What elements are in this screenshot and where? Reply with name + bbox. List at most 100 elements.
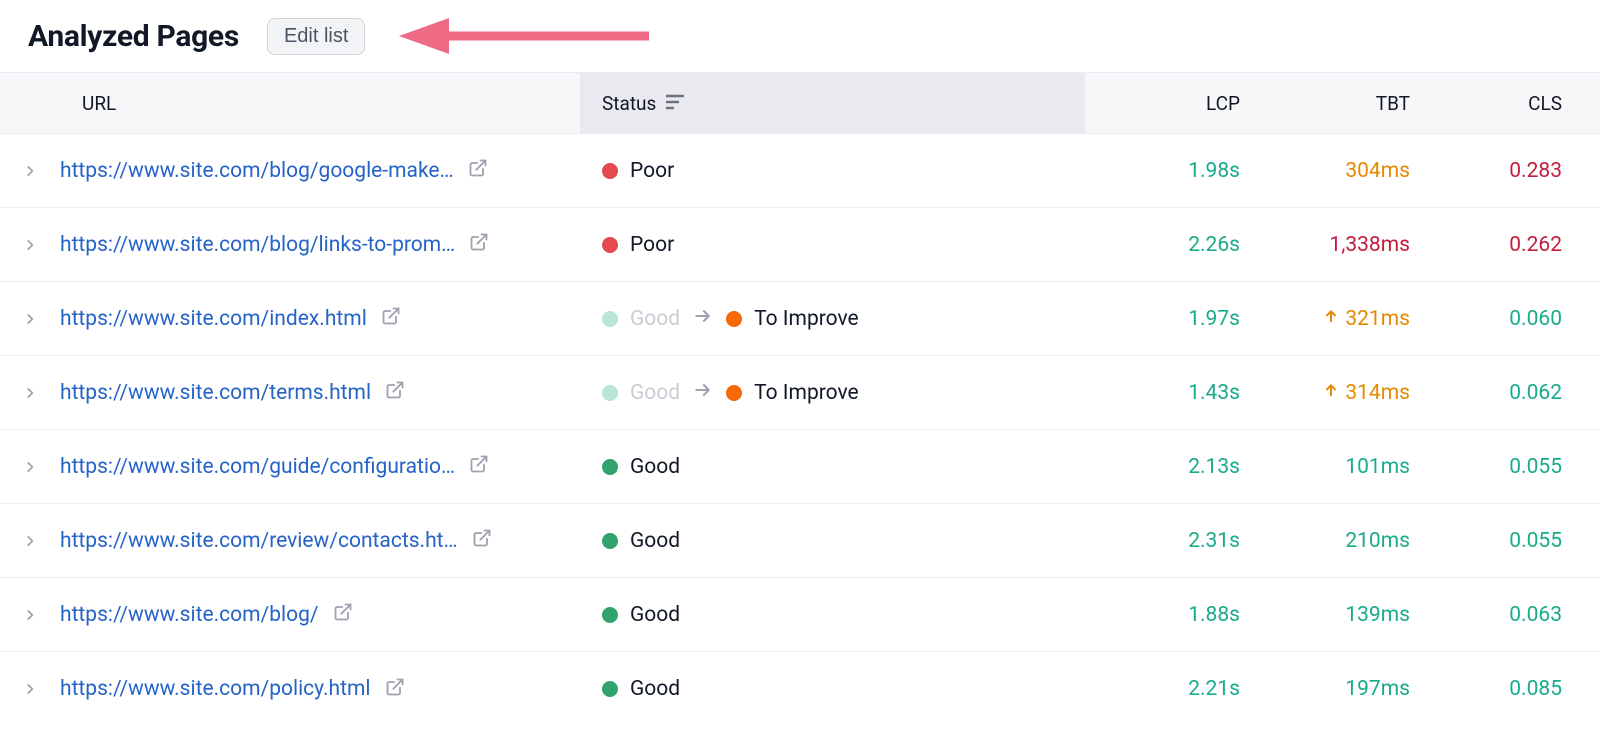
cls-cell: 0.283 bbox=[1426, 159, 1586, 183]
status-dot-icon bbox=[602, 459, 618, 475]
table-row: https://www.site.com/blog/google-make… Po… bbox=[0, 134, 1600, 208]
arrow-right-icon bbox=[692, 306, 714, 332]
status-dot-icon bbox=[602, 311, 618, 327]
lcp-cell: 1.43s bbox=[1090, 381, 1256, 405]
expand-row-button[interactable] bbox=[0, 386, 60, 400]
status-label-from: Good bbox=[630, 307, 680, 331]
tbt-value: 304ms bbox=[1345, 159, 1410, 183]
status-label: Good bbox=[630, 455, 680, 479]
page-url-link[interactable]: https://www.site.com/blog/links-to-prom… bbox=[60, 233, 455, 257]
cls-value: 0.262 bbox=[1509, 233, 1562, 257]
trend-up-icon bbox=[1323, 307, 1339, 331]
status-dot-icon bbox=[602, 163, 618, 179]
external-link-icon[interactable] bbox=[385, 677, 405, 702]
tbt-cell: 210ms bbox=[1256, 529, 1426, 553]
status-label-to: To Improve bbox=[754, 381, 859, 405]
tbt-cell: 101ms bbox=[1256, 455, 1426, 479]
tbt-cell: 139ms bbox=[1256, 603, 1426, 627]
page-title: Analyzed Pages bbox=[28, 19, 239, 54]
status-dot-icon bbox=[602, 237, 618, 253]
table-row: https://www.site.com/index.html Good To Im… bbox=[0, 282, 1600, 356]
page-url-link[interactable]: https://www.site.com/guide/configuratio… bbox=[60, 455, 455, 479]
expand-row-button[interactable] bbox=[0, 608, 60, 622]
status-cell: Good bbox=[580, 455, 1090, 479]
expand-row-button[interactable] bbox=[0, 238, 60, 252]
page-url-link[interactable]: https://www.site.com/policy.html bbox=[60, 677, 371, 701]
url-cell: https://www.site.com/blog/ bbox=[60, 602, 580, 627]
column-header-url[interactable]: URL bbox=[60, 92, 580, 115]
column-header-tbt[interactable]: TBT bbox=[1256, 92, 1426, 115]
lcp-value: 1.88s bbox=[1188, 603, 1240, 627]
cls-value: 0.062 bbox=[1509, 381, 1562, 405]
table-row: https://www.site.com/review/contacts.ht…… bbox=[0, 504, 1600, 578]
expand-row-button[interactable] bbox=[0, 534, 60, 548]
tbt-value: 197ms bbox=[1345, 677, 1410, 701]
status-cell: GoodTo Improve bbox=[580, 380, 1090, 406]
url-cell: https://www.site.com/review/contacts.ht… bbox=[60, 528, 580, 553]
status-cell: Poor bbox=[580, 233, 1090, 257]
cls-cell: 0.063 bbox=[1426, 603, 1586, 627]
status-cell: Poor bbox=[580, 159, 1090, 183]
tbt-cell: 304ms bbox=[1256, 159, 1426, 183]
lcp-cell: 2.31s bbox=[1090, 529, 1256, 553]
expand-row-button[interactable] bbox=[0, 460, 60, 474]
lcp-cell: 1.88s bbox=[1090, 603, 1256, 627]
page-url-link[interactable]: https://www.site.com/review/contacts.ht… bbox=[60, 529, 458, 553]
status-cell: Good bbox=[580, 603, 1090, 627]
status-label: Good bbox=[630, 677, 680, 701]
external-link-icon[interactable] bbox=[472, 528, 492, 553]
status-label-to: To Improve bbox=[754, 307, 859, 331]
tbt-value: 139ms bbox=[1345, 603, 1410, 627]
external-link-icon[interactable] bbox=[469, 454, 489, 479]
external-link-icon[interactable] bbox=[469, 232, 489, 257]
tbt-value: 321ms bbox=[1345, 307, 1410, 331]
table-row: https://www.site.com/blog/Good 1.88s 139ms… bbox=[0, 578, 1600, 652]
status-label: Good bbox=[630, 603, 680, 627]
status-label: Poor bbox=[630, 159, 674, 183]
status-dot-icon bbox=[602, 607, 618, 623]
expand-row-button[interactable] bbox=[0, 312, 60, 326]
status-label: Poor bbox=[630, 233, 674, 257]
lcp-value: 1.97s bbox=[1188, 307, 1240, 331]
lcp-value: 1.98s bbox=[1188, 159, 1240, 183]
url-cell: https://www.site.com/guide/configuratio… bbox=[60, 454, 580, 479]
expand-row-button[interactable] bbox=[0, 682, 60, 696]
column-header-lcp[interactable]: LCP bbox=[1090, 92, 1256, 115]
table-body: https://www.site.com/blog/google-make… Po… bbox=[0, 134, 1600, 726]
cls-cell: 0.055 bbox=[1426, 455, 1586, 479]
tbt-cell: 197ms bbox=[1256, 677, 1426, 701]
expand-row-button[interactable] bbox=[0, 164, 60, 178]
table-row: https://www.site.com/policy.htmlGood2.21… bbox=[0, 652, 1600, 726]
lcp-cell: 2.26s bbox=[1090, 233, 1256, 257]
tbt-value: 101ms bbox=[1345, 455, 1410, 479]
status-cell: Good bbox=[580, 529, 1090, 553]
page-url-link[interactable]: https://www.site.com/blog/google-make… bbox=[60, 159, 454, 183]
tbt-value: 210ms bbox=[1345, 529, 1410, 553]
url-cell: https://www.site.com/index.html bbox=[60, 306, 580, 331]
table-row: https://www.site.com/terms.html GoodTo Im… bbox=[0, 356, 1600, 430]
trend-up-icon bbox=[1323, 381, 1339, 405]
url-cell: https://www.site.com/blog/google-make… bbox=[60, 158, 580, 183]
external-link-icon[interactable] bbox=[385, 380, 405, 405]
status-dot-icon bbox=[726, 311, 742, 327]
column-header-status-label: Status bbox=[602, 92, 656, 115]
external-link-icon[interactable] bbox=[333, 602, 353, 627]
analyzed-pages-panel: Analyzed Pages Edit list URL Status LCP … bbox=[0, 0, 1600, 726]
external-link-icon[interactable] bbox=[468, 158, 488, 183]
column-header-cls[interactable]: CLS bbox=[1426, 92, 1586, 115]
url-cell: https://www.site.com/policy.html bbox=[60, 677, 580, 702]
page-url-link[interactable]: https://www.site.com/terms.html bbox=[60, 381, 371, 405]
status-dot-icon bbox=[602, 533, 618, 549]
table-header: URL Status LCP TBT CLS bbox=[0, 72, 1600, 134]
edit-list-button[interactable]: Edit list bbox=[267, 18, 365, 55]
page-url-link[interactable]: https://www.site.com/index.html bbox=[60, 307, 367, 331]
lcp-value: 2.13s bbox=[1188, 455, 1240, 479]
external-link-icon[interactable] bbox=[381, 306, 401, 331]
column-header-status[interactable]: Status bbox=[580, 73, 1090, 133]
arrow-right-icon bbox=[692, 380, 714, 406]
panel-header: Analyzed Pages Edit list bbox=[0, 0, 1600, 72]
status-dot-icon bbox=[602, 681, 618, 697]
cls-cell: 0.062 bbox=[1426, 381, 1586, 405]
page-url-link[interactable]: https://www.site.com/blog/ bbox=[60, 603, 319, 627]
cls-value: 0.085 bbox=[1509, 677, 1562, 701]
